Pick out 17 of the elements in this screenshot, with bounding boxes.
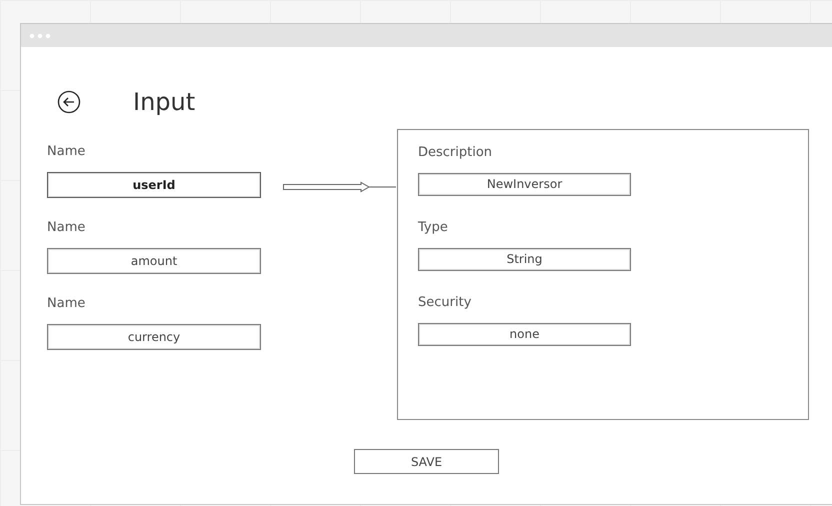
input-field[interactable]: none bbox=[418, 323, 631, 346]
window-dots-icon bbox=[29, 32, 51, 38]
back-icon[interactable] bbox=[57, 90, 81, 114]
input-field[interactable]: amount bbox=[47, 248, 261, 274]
input-field[interactable]: NewInversor bbox=[418, 173, 631, 196]
input-field[interactable]: String bbox=[418, 248, 631, 271]
page-title: Input bbox=[133, 88, 196, 116]
field-label: Security bbox=[418, 294, 472, 312]
input-field[interactable]: userId bbox=[47, 172, 261, 198]
save-button[interactable]: SAVE bbox=[354, 449, 499, 474]
arrow-icon bbox=[283, 181, 397, 193]
field-label: Name bbox=[47, 143, 86, 161]
field-label: Name bbox=[47, 219, 86, 237]
input-field[interactable]: currency bbox=[47, 324, 261, 350]
field-label: Description bbox=[418, 144, 494, 162]
field-label: Type bbox=[418, 219, 449, 237]
field-label: Name bbox=[47, 295, 86, 313]
